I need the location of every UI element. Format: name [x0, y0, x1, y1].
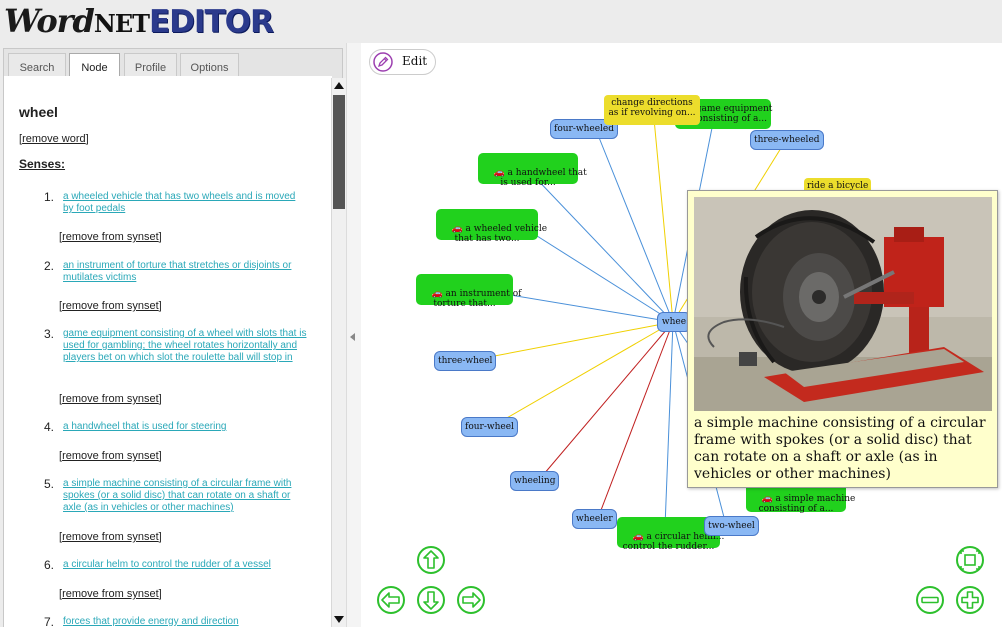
synset-tooltip: a simple machine consisting of a circula… — [687, 190, 998, 488]
graph-edge — [492, 321, 674, 427]
sense-definition-link[interactable]: a handwheel that is used for steering — [63, 421, 308, 433]
remove-from-synset-label[interactable]: remove from synset — [62, 450, 159, 462]
sense-definition-link[interactable]: a circular helm to control the rudder of… — [63, 559, 308, 571]
remove-from-synset-label[interactable]: remove from synset — [62, 231, 159, 243]
scroll-up-arrow-icon[interactable] — [334, 82, 344, 89]
sense-number: 4. — [44, 420, 55, 434]
logo-net: NET — [93, 9, 150, 38]
node-label: a simple machine consisting of a... — [758, 494, 856, 514]
edit-button[interactable]: Edit — [369, 49, 436, 75]
word-title: wheel — [19, 104, 58, 120]
graph-edge — [537, 321, 674, 482]
sense-number: 5. — [44, 477, 55, 491]
remove-from-synset-link[interactable]: [remove from synset] — [59, 300, 162, 312]
graph-node[interactable]: change directions as if revolving on... — [604, 95, 700, 125]
node-type-icon: 🚗 — [451, 224, 463, 234]
zoom-in-icon[interactable] — [955, 585, 985, 615]
node-type-icon: 🚗 — [431, 289, 443, 299]
remove-from-synset-label[interactable]: remove from synset — [62, 588, 159, 600]
remove-word-label[interactable]: remove word — [22, 133, 86, 145]
remove-from-synset-label[interactable]: remove from synset — [62, 531, 159, 543]
remove-from-synset-label[interactable]: remove from synset — [62, 300, 159, 312]
remove-from-synset-link[interactable]: [remove from synset] — [59, 393, 162, 405]
graph-center-node[interactable]: whee — [657, 312, 691, 332]
remove-from-synset-link[interactable]: [remove from synset] — [59, 588, 162, 600]
graph-node[interactable]: 🚗 a wheeled vehicle that has two... — [436, 209, 547, 244]
zoom-out-icon[interactable] — [915, 585, 945, 615]
pencil-icon — [373, 52, 393, 72]
node-type-icon: 🚗 — [493, 168, 505, 178]
wheel-machine-image — [694, 197, 992, 411]
arrow-down-icon[interactable] — [416, 585, 446, 615]
remove-from-synset-link[interactable]: [remove from synset] — [59, 231, 162, 243]
remove-from-synset-link[interactable]: [remove from synset] — [59, 531, 162, 543]
logo-editor: EDITOR — [149, 4, 274, 40]
arrow-left-icon[interactable] — [376, 585, 406, 615]
sense-number: 6. — [44, 558, 55, 572]
sense-definition-link[interactable]: a wheeled vehicle that has two wheels an… — [63, 191, 308, 215]
node-panel-scrollbar[interactable] — [331, 78, 346, 627]
graph-node[interactable]: wheeler — [572, 509, 617, 529]
logo-word: Word — [4, 2, 95, 40]
graph-node[interactable]: three-wheel — [434, 351, 497, 371]
graph-edge — [525, 228, 674, 323]
sense-definition-link[interactable]: game equipment consisting of a wheel wit… — [63, 328, 308, 364]
scroll-down-arrow-icon[interactable] — [334, 616, 344, 623]
sense-number: 7. — [44, 615, 55, 627]
panel-splitter[interactable] — [346, 43, 361, 627]
arrow-right-icon[interactable] — [456, 585, 486, 615]
graph-edge — [597, 321, 674, 519]
sense-number: 2. — [44, 259, 55, 273]
node-panel: wheel [remove word] Senses: 1. a wheeled… — [3, 76, 332, 627]
graph-node[interactable]: 🚗 an instrument of torture that... — [416, 274, 521, 309]
senses-heading: Senses: — [19, 157, 66, 171]
graph-node[interactable]: four-wheel — [461, 417, 518, 437]
graph-edge — [664, 321, 674, 528]
remove-from-synset-label[interactable]: remove from synset — [62, 393, 159, 405]
sense-definition-link[interactable]: an instrument of torture that stretches … — [63, 260, 308, 284]
remove-word-link[interactable]: [remove word] — [19, 133, 89, 145]
sense-definition-link[interactable]: a simple machine consisting of a circula… — [63, 478, 308, 514]
node-label: game equipment consisting of a... — [692, 104, 773, 124]
sense-number: 1. — [44, 190, 55, 204]
collapse-arrow-icon[interactable] — [350, 333, 355, 341]
graph-edge — [595, 129, 674, 323]
node-type-icon: 🚗 — [761, 494, 773, 504]
app-header: WordNETEDITOR — [0, 0, 1002, 43]
node-type-icon: 🚗 — [632, 532, 644, 542]
graph-node[interactable]: three-wheeled — [750, 130, 824, 150]
graph-node[interactable]: two-wheel — [704, 516, 759, 536]
tooltip-definition: a simple machine consisting of a circula… — [694, 415, 986, 482]
scrollbar-thumb[interactable] — [333, 95, 345, 209]
arrow-up-icon[interactable] — [416, 545, 446, 575]
wordnet-editor-logo: WordNETEDITOR — [4, 2, 274, 40]
graph-node[interactable]: wheeling — [510, 471, 560, 491]
graph-edge — [530, 172, 674, 323]
left-panel: Search Node Profile Options wheel [remov… — [0, 43, 346, 627]
sense-definition-link[interactable]: forces that provide energy and direction — [63, 616, 308, 627]
edit-label: Edit — [402, 54, 428, 68]
graph-node[interactable]: 🚗 a handwheel that is used for... — [478, 153, 587, 188]
graph-edge — [652, 107, 674, 323]
graph-edge — [467, 321, 674, 362]
remove-from-synset-link[interactable]: [remove from synset] — [59, 450, 162, 462]
fit-screen-icon[interactable] — [955, 545, 985, 575]
sense-number: 3. — [44, 327, 55, 341]
